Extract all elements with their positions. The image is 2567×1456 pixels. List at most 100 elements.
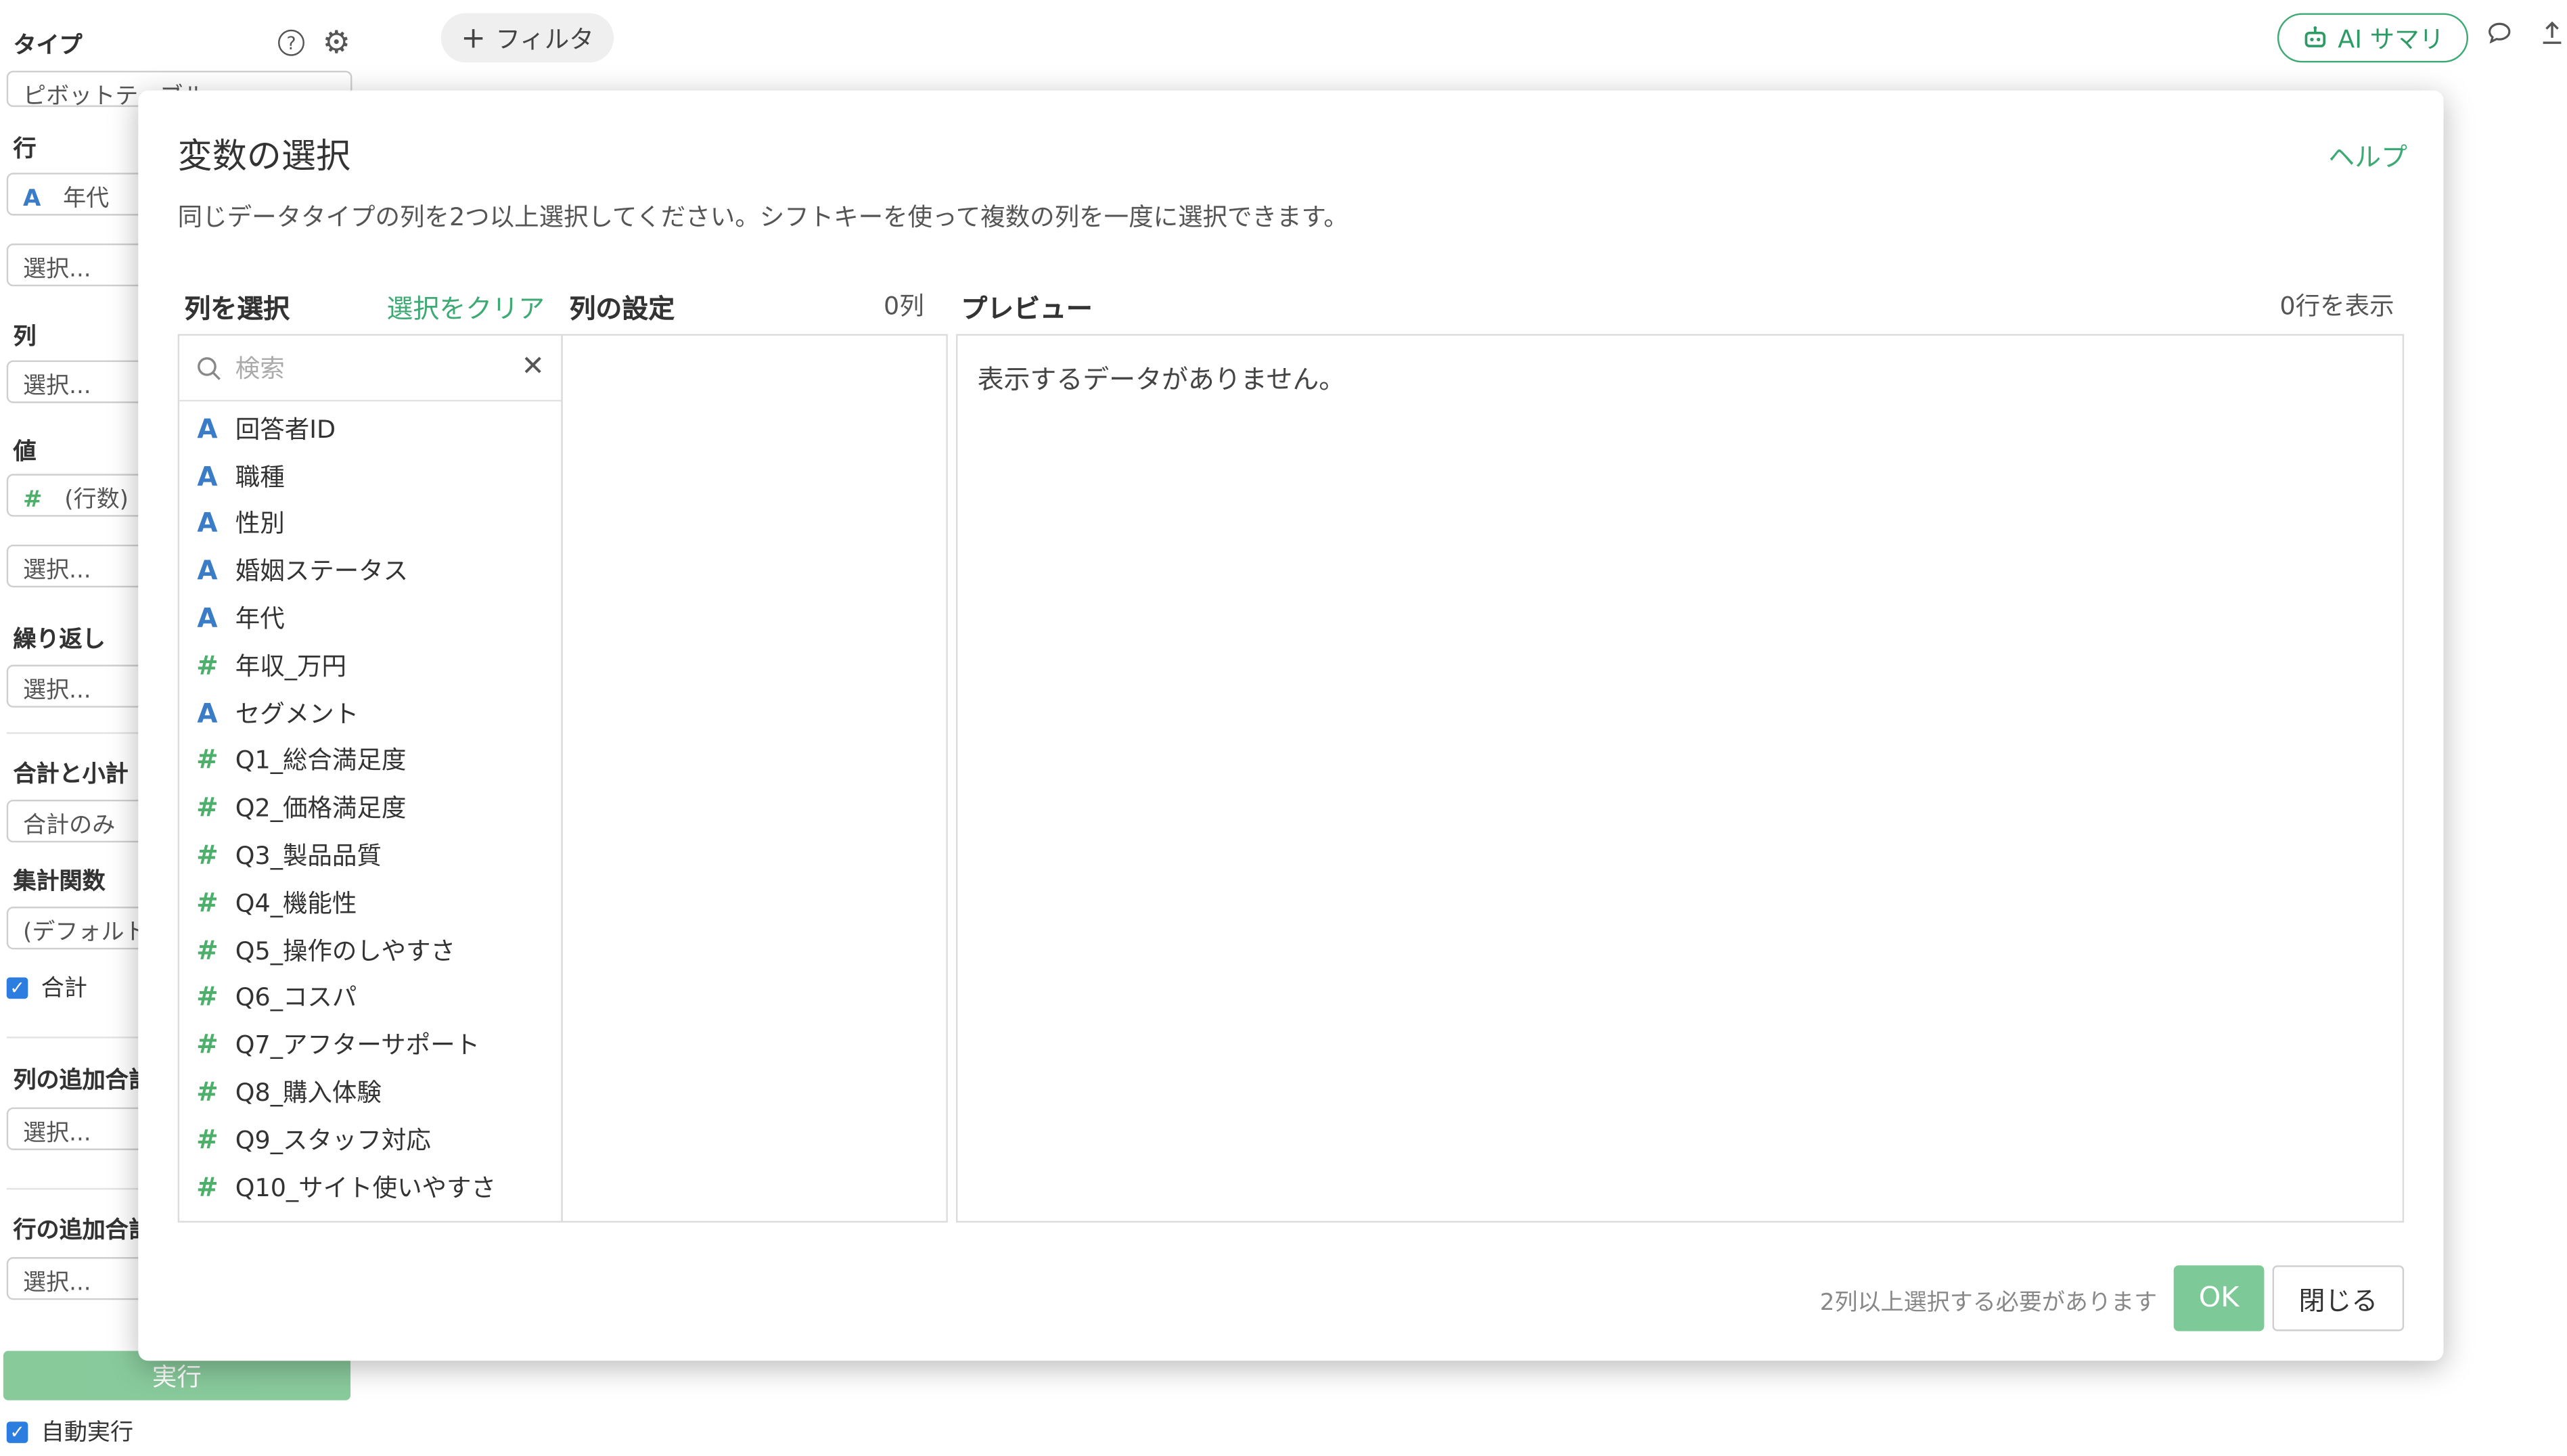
variable-name: Q1_総合満足度 xyxy=(235,746,407,776)
variable-name: Q10_サイト使いやすさ xyxy=(235,1173,497,1202)
column-count: 0列 xyxy=(883,291,924,321)
number-type-icon: # xyxy=(196,839,219,871)
variable-list: A 回答者ID A 職種 A 性別 A 婚姻ステータス A 年代 # 年収_万円 A セグメント # Q1_総… xyxy=(179,401,561,1210)
rows-shown-count: 0行を表示 xyxy=(2279,291,2394,321)
preview-heading: プレビュー xyxy=(961,292,1093,325)
variable-name: Q2_価格満足度 xyxy=(235,793,407,823)
ai-summary-button[interactable]: AI サマリ xyxy=(2277,13,2468,63)
variable-list-item[interactable]: A セグメント xyxy=(179,689,561,736)
number-type-icon: # xyxy=(196,1028,219,1060)
variable-list-item[interactable]: # Q9_スタッフ対応 xyxy=(179,1116,561,1163)
repeat-label: 繰り返し xyxy=(13,627,106,654)
dialog-title: 変数の選択 xyxy=(177,136,351,177)
variable-list-item[interactable]: # 年収_万円 xyxy=(179,641,561,689)
clear-selection-link[interactable]: 選択をクリア xyxy=(387,286,545,325)
total-checkbox[interactable]: ✓ 合計 xyxy=(6,971,87,1004)
type-label: タイプ xyxy=(13,32,83,60)
variable-name: Q8_購入体験 xyxy=(235,1078,382,1108)
variable-selection-dialog: 変数の選択 ヘルプ 同じデータタイプの列を2つ以上選択してください。シフトキーを… xyxy=(138,90,2444,1361)
row-label: 行 xyxy=(13,136,37,163)
variable-list-item[interactable]: # Q10_サイト使いやすさ xyxy=(179,1163,561,1210)
number-type-icon: # xyxy=(196,934,219,965)
value-item-label: (行数) xyxy=(64,486,129,514)
clear-search-icon[interactable]: ✕ xyxy=(521,350,545,384)
variable-list-item[interactable]: # Q8_購入体験 xyxy=(179,1068,561,1116)
text-type-icon: A xyxy=(197,460,218,492)
variable-list-item[interactable]: # Q7_アフターサポート xyxy=(179,1021,561,1068)
text-type-icon: A xyxy=(23,185,41,212)
variable-list-item[interactable]: A 性別 xyxy=(179,499,561,547)
close-button[interactable]: 閉じる xyxy=(2272,1265,2405,1332)
variable-name: Q4_機能性 xyxy=(235,888,357,918)
value-label: 値 xyxy=(13,439,37,466)
variable-name: 性別 xyxy=(235,509,285,539)
ai-button-label: AI サマリ xyxy=(2338,24,2445,54)
text-type-icon: A xyxy=(197,602,218,634)
text-type-icon: A xyxy=(197,507,218,539)
validation-message: 2列以上選択する必要があります xyxy=(1819,1290,2158,1317)
preview-panel: 表示するデータがありません。 xyxy=(955,334,2405,1223)
row-item-label: 年代 xyxy=(63,185,110,212)
number-type-icon: # xyxy=(196,744,219,776)
auto-run-checkbox[interactable]: ✓ 自動実行 xyxy=(6,1415,133,1449)
help-circle-icon[interactable]: ? xyxy=(278,29,304,56)
variable-list-item[interactable]: A 婚姻ステータス xyxy=(179,547,561,594)
help-link[interactable]: ヘルプ xyxy=(2328,135,2407,174)
text-type-icon: A xyxy=(197,555,218,587)
search-input[interactable] xyxy=(235,352,482,383)
variable-list-item[interactable]: # Q6_コスパ xyxy=(179,974,561,1021)
text-type-icon: A xyxy=(197,697,218,729)
variable-name: セグメント xyxy=(235,698,359,729)
variable-list-item[interactable]: A 年代 xyxy=(179,594,561,641)
checkbox-checked-icon: ✓ xyxy=(6,976,28,999)
checkbox-checked-icon: ✓ xyxy=(6,1421,28,1442)
row-extra-label: 行の追加合計 xyxy=(13,1217,152,1244)
variable-name: Q7_アフターサポート xyxy=(235,1030,480,1060)
number-type-icon: # xyxy=(196,1123,219,1155)
page-root: タイプ ? ⚙ ピボットテーブル 行 A 年代 選択... 列 選択... 値 … xyxy=(0,0,2567,1456)
variable-list-item[interactable]: # Q1_総合満足度 xyxy=(179,737,561,784)
variable-name: Q3_製品品質 xyxy=(235,840,382,871)
variable-name: 年代 xyxy=(235,604,285,634)
gear-icon[interactable]: ⚙ xyxy=(323,26,350,60)
dialog-description: 同じデータタイプの列を2つ以上選択してください。シフトキーを使って複数の列を一度… xyxy=(177,202,1348,232)
variable-name: 婚姻ステータス xyxy=(235,556,409,587)
variable-list-item[interactable]: A 回答者ID xyxy=(179,405,561,452)
total-checkbox-label: 合計 xyxy=(41,976,87,1003)
agg-label: 集計関数 xyxy=(13,869,106,896)
variable-name: Q9_スタッフ対応 xyxy=(235,1125,431,1155)
variable-name: 職種 xyxy=(235,461,285,492)
search-icon xyxy=(198,356,221,380)
variable-name: Q6_コスパ xyxy=(235,983,357,1013)
ok-button[interactable]: OK xyxy=(2173,1265,2265,1332)
add-filter-button[interactable]: + フィルタ xyxy=(440,13,614,63)
number-type-icon: # xyxy=(196,1076,219,1108)
plus-icon: + xyxy=(461,20,486,55)
search-bar: ✕ xyxy=(179,336,562,402)
text-type-icon: A xyxy=(197,413,218,445)
column-settings-panel xyxy=(561,334,948,1223)
variable-list-item[interactable]: # Q3_製品品質 xyxy=(179,832,561,879)
share-upload-icon[interactable] xyxy=(2539,20,2566,54)
number-type-icon: # xyxy=(23,486,43,514)
variable-list-item[interactable]: A 職種 xyxy=(179,452,561,499)
auto-run-label: 自動実行 xyxy=(41,1419,133,1447)
number-type-icon: # xyxy=(196,886,219,918)
no-data-message: 表示するデータがありません。 xyxy=(977,363,1346,395)
totals-label: 合計と小計 xyxy=(13,762,129,788)
robot-icon xyxy=(2304,26,2325,47)
col-label: 列 xyxy=(13,324,37,351)
variable-list-item[interactable]: # Q4_機能性 xyxy=(179,879,561,926)
variable-list-item[interactable]: # Q5_操作のしやすさ xyxy=(179,926,561,974)
variable-list-item[interactable]: # Q2_価格満足度 xyxy=(179,784,561,832)
number-type-icon: # xyxy=(196,1170,219,1202)
select-columns-heading: 列を選択 xyxy=(184,292,290,325)
column-settings-heading: 列の設定 xyxy=(569,292,675,325)
number-type-icon: # xyxy=(196,650,219,681)
number-type-icon: # xyxy=(196,792,219,823)
comment-icon[interactable] xyxy=(2486,20,2513,54)
number-type-icon: # xyxy=(196,981,219,1013)
variable-name: 回答者ID xyxy=(235,414,336,445)
col-extra-label: 列の追加合計 xyxy=(13,1068,152,1095)
variable-name: Q5_操作のしやすさ xyxy=(235,935,455,965)
